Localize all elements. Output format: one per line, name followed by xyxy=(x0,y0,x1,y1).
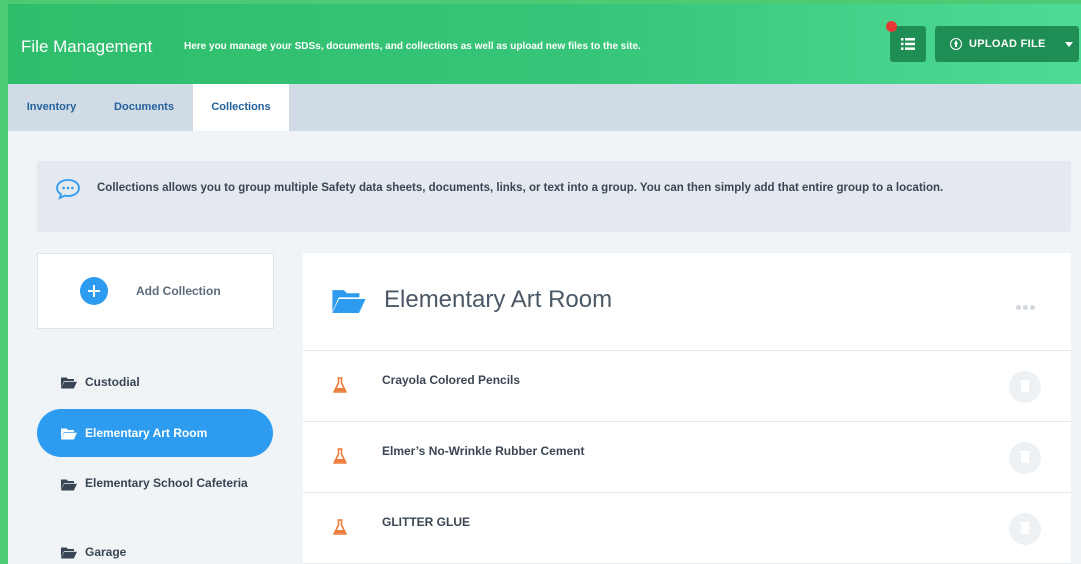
sidebar-item-label: Elementary School Cafeteria xyxy=(85,476,248,490)
item-name: Elmer’s No-Wrinkle Rubber Cement xyxy=(382,444,585,458)
item-name: Crayola Colored Pencils xyxy=(382,373,521,387)
upload-file-label: UPLOAD FILE xyxy=(969,38,1046,50)
app-frame: File Management Here you manage your SDS… xyxy=(0,0,1081,564)
page-description: Here you manage your SDSs, documents, an… xyxy=(184,41,641,52)
notification-dot xyxy=(886,21,897,32)
info-banner: Collections allows you to group multiple… xyxy=(37,161,1071,232)
chevron-down-icon xyxy=(1065,42,1073,47)
tab-bar: Inventory Documents Collections xyxy=(8,84,1081,131)
collection-header: Elementary Art Room xyxy=(303,253,1071,351)
sidebar-item-custodial[interactable]: Custodial xyxy=(37,374,273,394)
tab-collections[interactable]: Collections xyxy=(193,84,289,131)
flask-icon xyxy=(333,448,347,464)
sidebar-item-label: Custodial xyxy=(85,375,140,389)
sidebar-item-elementary-art-room[interactable]: Elementary Art Room xyxy=(37,409,273,457)
folder-open-icon xyxy=(61,479,77,491)
upload-icon xyxy=(950,38,962,50)
list-icon xyxy=(901,38,915,50)
delete-icon[interactable] xyxy=(1009,371,1041,403)
item-name: GLITTER GLUE xyxy=(382,515,470,529)
folder-open-icon xyxy=(332,290,366,313)
more-options-icon[interactable] xyxy=(1016,297,1037,315)
add-collection-button[interactable]: Add Collection xyxy=(37,253,274,329)
sidebar-item-label: Garage xyxy=(85,545,127,559)
tab-inventory[interactable]: Inventory xyxy=(8,84,95,131)
collection-title: Elementary Art Room xyxy=(384,286,613,313)
sidebar-item-elementary-school-cafeteria[interactable]: Elementary School Cafeteria xyxy=(37,475,273,515)
delete-icon[interactable] xyxy=(1009,513,1041,545)
page-title: File Management xyxy=(21,37,153,56)
plus-icon xyxy=(80,277,108,305)
sidebar-item-garage[interactable]: Garage xyxy=(37,544,273,564)
collection-detail-panel: Elementary Art Room Crayola Colored Penc… xyxy=(303,253,1071,564)
speech-bubble-icon xyxy=(56,179,80,200)
folder-open-icon xyxy=(61,547,77,559)
info-text: Collections allows you to group multiple… xyxy=(97,182,944,194)
list-item[interactable]: Elmer’s No-Wrinkle Rubber Cement xyxy=(303,422,1071,493)
flask-icon xyxy=(333,377,347,393)
upload-file-button[interactable]: UPLOAD FILE xyxy=(935,26,1079,62)
page-header: File Management Here you manage your SDS… xyxy=(8,4,1081,84)
folder-open-icon xyxy=(61,428,77,440)
list-item[interactable]: GLITTER GLUE xyxy=(303,493,1071,564)
delete-icon[interactable] xyxy=(1009,442,1041,474)
folder-open-icon xyxy=(61,377,77,389)
list-view-button[interactable] xyxy=(886,21,926,62)
flask-icon xyxy=(333,519,347,535)
list-item[interactable]: Crayola Colored Pencils xyxy=(303,351,1071,422)
sidebar-item-label: Elementary Art Room xyxy=(85,426,208,440)
add-collection-label: Add Collection xyxy=(136,284,221,298)
tab-documents[interactable]: Documents xyxy=(95,84,193,131)
